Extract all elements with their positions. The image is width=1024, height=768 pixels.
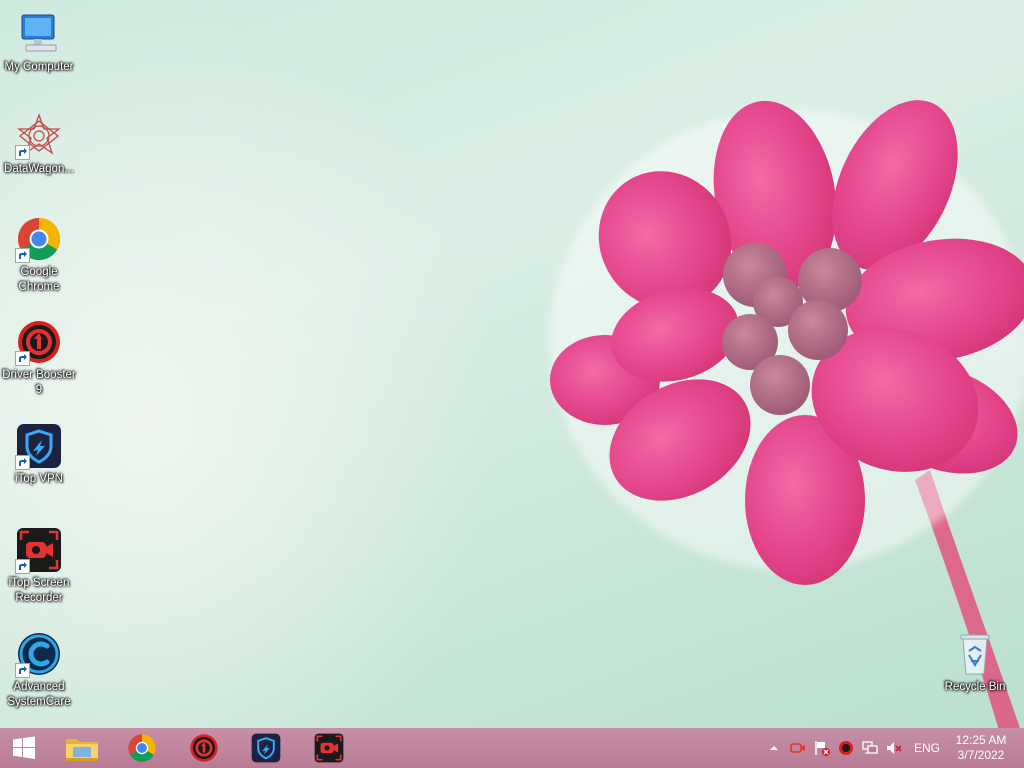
desktop-icon-itop-vpn[interactable]: iTop VPN — [0, 422, 78, 487]
network-icon — [862, 741, 878, 754]
taskbar-itop-screen-recorder[interactable] — [305, 728, 353, 768]
desktop-icon-label: My Computer — [4, 61, 74, 73]
tray-screen-recorder[interactable] — [786, 728, 810, 768]
tray-action-center[interactable] — [810, 728, 834, 768]
flag-error-icon — [815, 741, 830, 756]
desktop-icon-label: iTop VPN — [15, 473, 63, 485]
desktop-icon-datawagon[interactable]: DataWagon... — [0, 112, 78, 177]
itop-vpn-icon — [251, 733, 281, 763]
taskbar-driver-booster[interactable] — [180, 728, 228, 768]
desktop-icon-itop-screen-recorder[interactable]: iTop Screen Recorder — [0, 526, 78, 606]
desktop-icon-label: Driver Booster 9 — [2, 369, 76, 396]
taskbar-file-explorer[interactable] — [58, 728, 106, 768]
desktop-icon-label: Google Chrome — [18, 266, 60, 293]
desktop-icon-label: DataWagon... — [4, 163, 74, 175]
advanced-systemcare-icon — [15, 630, 63, 678]
system-tray — [762, 728, 906, 768]
datawagon-icon — [15, 112, 63, 160]
taskbar-chrome[interactable] — [118, 728, 166, 768]
tray-volume[interactable] — [882, 728, 906, 768]
shortcut-arrow-icon — [15, 351, 30, 366]
speaker-muted-icon — [887, 742, 902, 754]
shortcut-arrow-icon — [15, 248, 30, 263]
clock-time: 12:25 AM — [955, 733, 1007, 747]
desktop-icon-google-chrome[interactable]: Google Chrome — [0, 215, 78, 295]
desktop-icon-my-computer[interactable]: My Computer — [0, 10, 78, 75]
taskbar: ENG 12:25 AM 3/7/2022 — [0, 728, 1024, 768]
chrome-icon — [128, 734, 156, 762]
driver-booster-icon — [15, 318, 63, 366]
clock-date: 3/7/2022 — [957, 748, 1005, 762]
itop-screen-recorder-icon — [15, 526, 63, 574]
show-hidden-icons-button[interactable] — [762, 728, 786, 768]
driver-booster-icon — [190, 734, 218, 762]
desktop-icon-label: iTop Screen Recorder — [8, 577, 70, 604]
wallpaper-flower — [550, 100, 1024, 768]
shortcut-arrow-icon — [15, 455, 30, 470]
itop-screen-recorder-icon — [314, 733, 344, 763]
chrome-icon — [15, 215, 63, 263]
computer-icon — [15, 10, 63, 58]
desktop: My Computer DataWagon... Google Chrome D… — [0, 0, 1024, 768]
file-explorer-icon — [66, 739, 98, 761]
desktop-icon-recycle-bin[interactable]: Recycle Bin — [936, 630, 1014, 695]
clock[interactable]: 12:25 AM 3/7/2022 — [948, 728, 1014, 768]
language-indicator[interactable]: ENG — [914, 728, 940, 768]
desktop-icon-advanced-systemcare[interactable]: Advanced SystemCare — [0, 630, 78, 710]
desktop-icon-driver-booster[interactable]: Driver Booster 9 — [0, 318, 78, 398]
windows-start-icon — [13, 736, 35, 759]
tray-driver-booster[interactable] — [834, 728, 858, 768]
tray-network[interactable] — [858, 728, 882, 768]
desktop-icon-label: Recycle Bin — [944, 681, 1006, 693]
desktop-icon-label: Advanced SystemCare — [7, 681, 71, 708]
itop-screen-recorder-icon — [790, 743, 805, 753]
itop-vpn-icon — [15, 422, 63, 470]
shortcut-arrow-icon — [15, 145, 30, 160]
shortcut-arrow-icon — [15, 559, 30, 574]
recycle-bin-icon — [951, 630, 999, 678]
taskbar-itop-vpn[interactable] — [242, 728, 290, 768]
start-button[interactable] — [0, 728, 48, 768]
chevron-up-icon — [770, 746, 778, 750]
driver-booster-icon — [839, 741, 853, 755]
shortcut-arrow-icon — [15, 663, 30, 678]
